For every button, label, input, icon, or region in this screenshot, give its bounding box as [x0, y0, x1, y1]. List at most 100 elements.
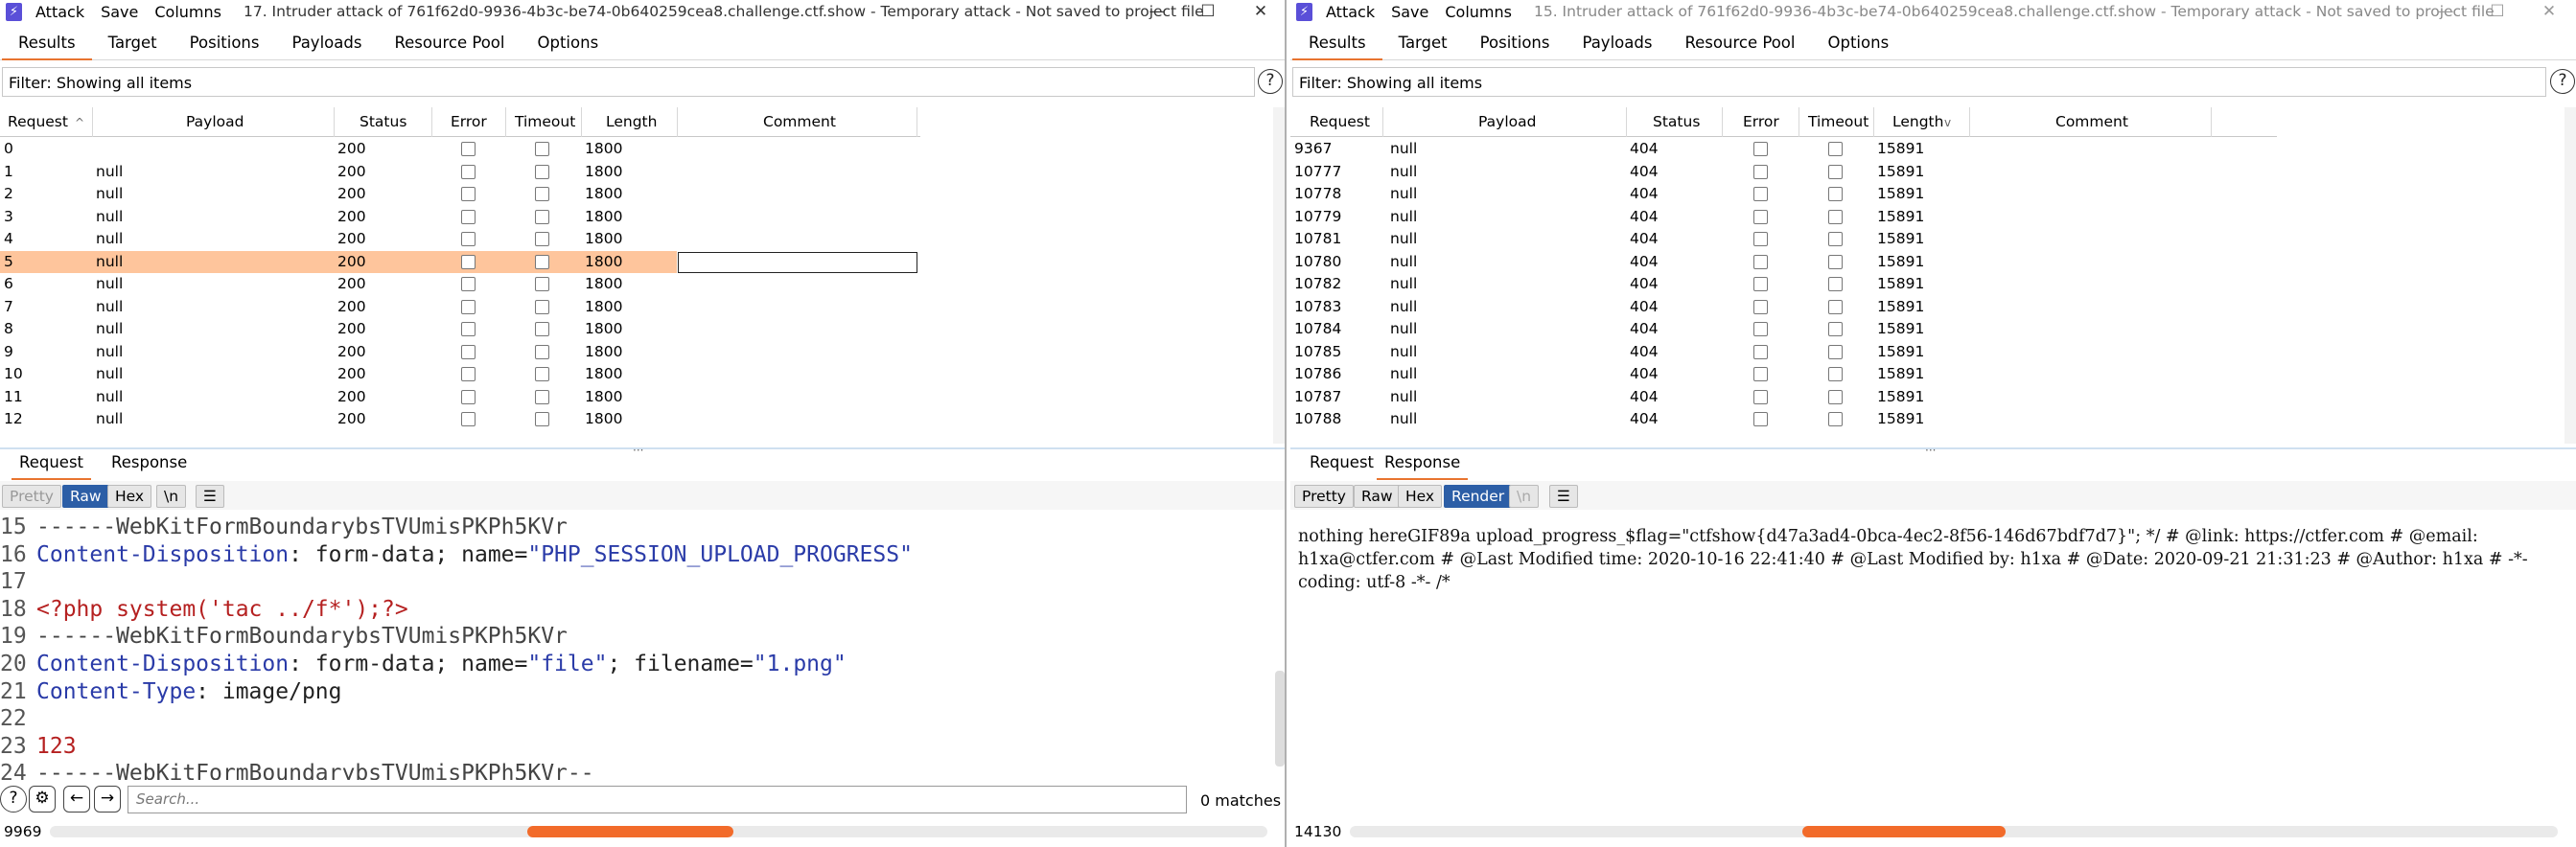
menu-attack[interactable]: Attack	[35, 3, 84, 21]
table-row[interactable]: 11 null 200 1800	[0, 386, 677, 409]
tab-resource-pool[interactable]: Resource Pool	[378, 26, 521, 60]
error-checkbox[interactable]	[1753, 254, 1768, 269]
maximize-icon[interactable]: ☐	[2473, 0, 2521, 23]
progress-thumb[interactable]	[527, 826, 733, 837]
error-checkbox[interactable]	[1753, 389, 1768, 404]
table-row[interactable]: 2 null 200 1800	[0, 183, 677, 206]
timeout-checkbox[interactable]	[1828, 254, 1843, 269]
timeout-checkbox[interactable]	[535, 254, 549, 269]
col-request[interactable]: Request	[1310, 113, 1370, 130]
table-row[interactable]: 10785 null 404 15891	[1290, 341, 2564, 364]
timeout-checkbox[interactable]	[535, 209, 549, 224]
table-row[interactable]: 9 null 200 1800	[0, 341, 677, 364]
progress-scrollbar[interactable]	[1350, 826, 2558, 837]
error-checkbox[interactable]	[461, 142, 476, 156]
view-hex[interactable]: Hex	[1398, 485, 1443, 508]
timeout-checkbox[interactable]	[1828, 412, 1843, 426]
table-row[interactable]: 10781 null 404 15891	[1290, 228, 2564, 251]
filter-bar[interactable]: Filter: Showing all items	[1292, 67, 2546, 97]
table-row[interactable]: 10780 null 404 15891	[1290, 251, 2564, 274]
error-checkbox[interactable]	[461, 389, 476, 404]
menu-save[interactable]: Save	[1391, 3, 1428, 21]
timeout-checkbox[interactable]	[1828, 344, 1843, 359]
error-checkbox[interactable]	[461, 277, 476, 291]
table-row[interactable]: 9367 null 404 15891	[1290, 138, 2564, 161]
col-comment[interactable]: Comment	[763, 113, 836, 130]
error-checkbox[interactable]	[1753, 412, 1768, 426]
timeout-checkbox[interactable]	[1828, 232, 1843, 246]
error-checkbox[interactable]	[461, 344, 476, 359]
error-checkbox[interactable]	[1753, 187, 1768, 201]
menu-list-icon[interactable]: ☰	[196, 485, 224, 508]
back-arrow-icon[interactable]: ←	[63, 786, 90, 813]
search-input[interactable]: Search...	[128, 786, 1187, 813]
tab-payloads[interactable]: Payloads	[1566, 26, 1668, 60]
menu-list-icon[interactable]: ☰	[1549, 485, 1578, 508]
timeout-checkbox[interactable]	[1828, 142, 1843, 156]
col-timeout[interactable]: Timeout	[1808, 113, 1868, 130]
help-icon[interactable]: ?	[1258, 69, 1283, 94]
minimize-icon[interactable]: —	[2422, 0, 2470, 23]
col-comment[interactable]: Comment	[2055, 113, 2128, 130]
error-checkbox[interactable]	[1753, 209, 1768, 224]
timeout-checkbox[interactable]	[535, 232, 549, 246]
table-row[interactable]: 10778 null 404 15891	[1290, 183, 2564, 206]
table-row[interactable]: 10786 null 404 15891	[1290, 363, 2564, 386]
progress-thumb[interactable]	[1802, 826, 2006, 837]
error-checkbox[interactable]	[1753, 367, 1768, 381]
table-row[interactable]: 10777 null 404 15891	[1290, 161, 2564, 184]
table-row[interactable]: 4 null 200 1800	[0, 228, 677, 251]
table-row[interactable]: 7 null 200 1800	[0, 296, 677, 319]
menu-attack[interactable]: Attack	[1326, 3, 1375, 21]
col-length[interactable]: Length	[606, 113, 657, 130]
view-raw[interactable]: Raw	[1354, 485, 1401, 508]
table-row[interactable]: 0 200 1800	[0, 138, 677, 161]
tab-results[interactable]: Results	[2, 26, 92, 60]
timeout-checkbox[interactable]	[535, 367, 549, 381]
error-checkbox[interactable]	[1753, 232, 1768, 246]
timeout-checkbox[interactable]	[535, 412, 549, 426]
col-length[interactable]: Length	[1892, 113, 1943, 130]
timeout-checkbox[interactable]	[1828, 389, 1843, 404]
col-error[interactable]: Error	[1743, 113, 1779, 130]
progress-scrollbar[interactable]	[50, 826, 1267, 837]
col-payload[interactable]: Payload	[186, 113, 244, 130]
timeout-checkbox[interactable]	[1828, 164, 1843, 179]
view-newline[interactable]: \n	[1509, 485, 1540, 508]
tab-target[interactable]: Target	[92, 26, 174, 60]
table-row[interactable]: 12 null 200 1800	[0, 408, 677, 431]
comment-input[interactable]	[678, 251, 917, 273]
menu-save[interactable]: Save	[101, 3, 138, 21]
view-pretty[interactable]: Pretty	[2, 485, 61, 508]
forward-arrow-icon[interactable]: →	[94, 786, 121, 813]
help-icon[interactable]: ?	[2550, 69, 2575, 94]
table-row[interactable]: 6 null 200 1800	[0, 273, 677, 296]
table-row[interactable]: 10782 null 404 15891	[1290, 273, 2564, 296]
minimize-icon[interactable]: —	[1133, 0, 1181, 23]
error-checkbox[interactable]	[1753, 322, 1768, 336]
error-checkbox[interactable]	[461, 164, 476, 179]
tab-resource-pool[interactable]: Resource Pool	[1668, 26, 1811, 60]
tab-request[interactable]: Request	[1302, 453, 1381, 480]
timeout-checkbox[interactable]	[535, 187, 549, 201]
timeout-checkbox[interactable]	[535, 322, 549, 336]
error-checkbox[interactable]	[461, 322, 476, 336]
error-checkbox[interactable]	[461, 232, 476, 246]
error-checkbox[interactable]	[461, 254, 476, 269]
col-request[interactable]: Request	[8, 113, 68, 130]
request-editor[interactable]: 15 ------WebKitFormBoundarybsTVUmisPKPh5K…	[0, 514, 1273, 780]
col-payload[interactable]: Payload	[1478, 113, 1536, 130]
timeout-checkbox[interactable]	[1828, 277, 1843, 291]
col-status[interactable]: Status	[360, 113, 406, 130]
table-row[interactable]: 10779 null 404 15891	[1290, 206, 2564, 229]
timeout-checkbox[interactable]	[535, 277, 549, 291]
view-newline[interactable]: \n	[156, 485, 187, 508]
tab-options[interactable]: Options	[522, 26, 615, 60]
table-row[interactable]: 5 null 200 1800	[0, 250, 917, 273]
error-checkbox[interactable]	[1753, 164, 1768, 179]
error-checkbox[interactable]	[461, 367, 476, 381]
error-checkbox[interactable]	[461, 299, 476, 314]
error-checkbox[interactable]	[461, 209, 476, 224]
view-hex[interactable]: Hex	[107, 485, 152, 508]
tab-target[interactable]: Target	[1382, 26, 1464, 60]
